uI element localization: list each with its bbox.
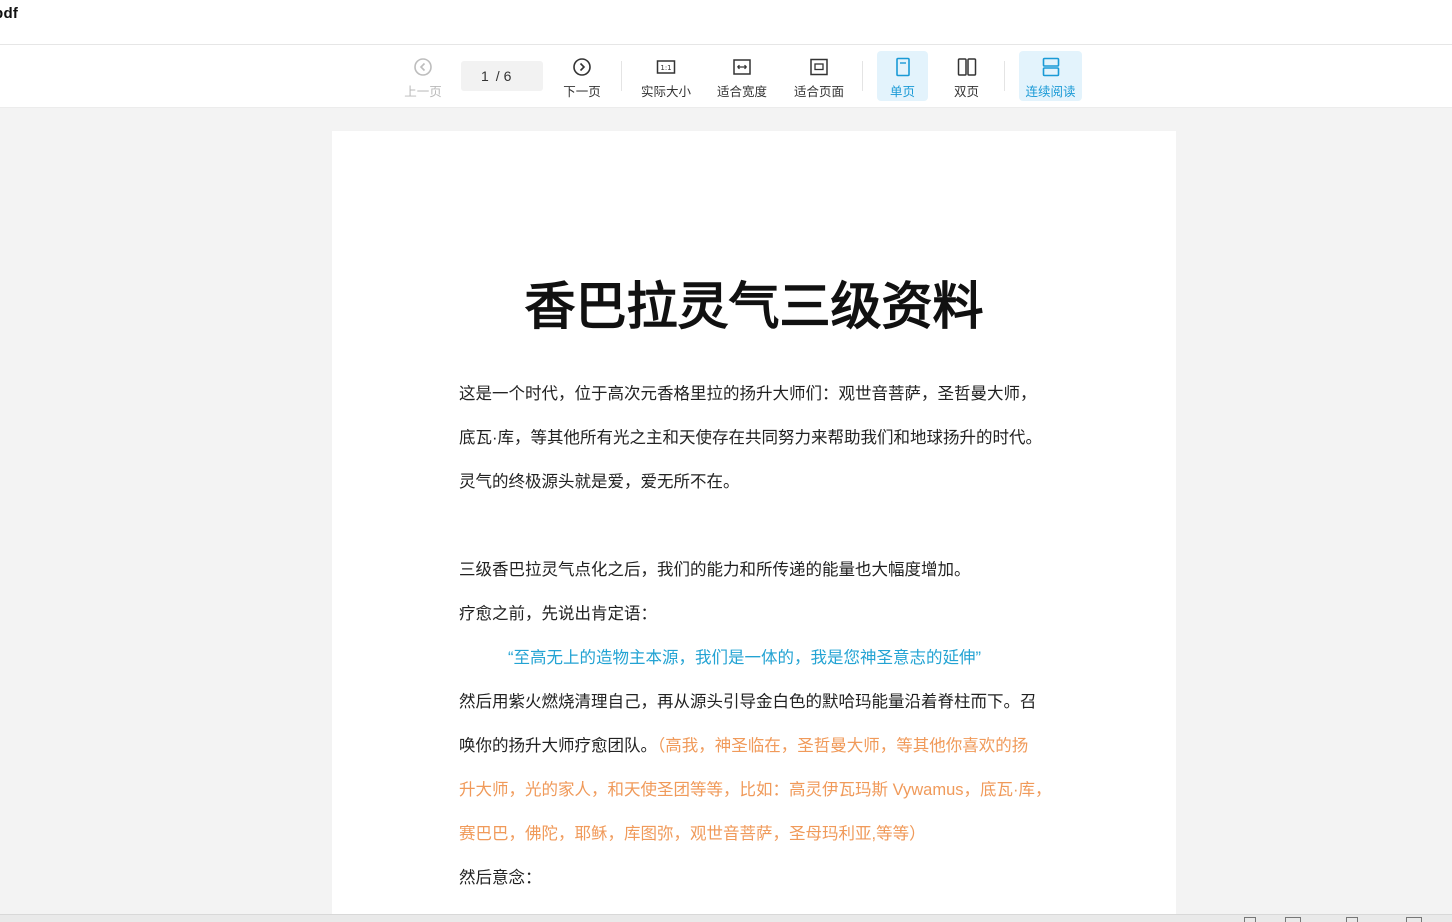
toolbar-divider xyxy=(862,61,863,91)
chevron-right-circle-icon xyxy=(573,58,591,76)
highlighted-text: （高我，神圣临在，圣哲曼大师，等其他你喜欢的扬 xyxy=(657,737,1029,755)
single-view-icon[interactable] xyxy=(1244,917,1256,922)
toolbar-divider xyxy=(621,61,622,91)
scroll-view-icon[interactable] xyxy=(1406,917,1422,922)
actual-size-label: 实际大小 xyxy=(640,85,691,99)
paragraph-line: 然后用紫火燃烧清理自己，再从源头引导金白色的默哈玛能量沿着脊柱而下。召 xyxy=(459,693,1037,711)
single-page-button[interactable]: 单页 xyxy=(877,51,928,101)
paragraph-line-mixed: 唤你的扬升大师疗愈团队。（高我，神圣临在，圣哲曼大师，等其他你喜欢的扬 xyxy=(459,735,1028,757)
actual-size-icon: 1:1 xyxy=(656,60,676,74)
next-page-button[interactable]: 下一页 xyxy=(557,51,607,101)
fit-page-button[interactable]: 适合页面 xyxy=(789,51,849,101)
page-view-icon[interactable] xyxy=(1346,917,1358,922)
file-name: pdf xyxy=(0,5,19,22)
paragraph-line: 疗愈之前，先说出肯定语： xyxy=(459,605,657,623)
fit-page-icon xyxy=(810,58,828,76)
highlighted-line: 赛巴巴，佛陀，耶稣，库图弥，观世音菩萨，圣母玛利亚,等等） xyxy=(459,825,926,843)
paragraph-line: 这是一个时代，位于高次元香格里拉的扬升大师们：观世音菩萨，圣哲曼大师， xyxy=(459,385,1037,403)
fit-width-icon xyxy=(733,59,751,75)
toolbar-divider xyxy=(1004,61,1005,91)
double-view-icon[interactable] xyxy=(1285,917,1301,922)
paragraph-line: 底瓦·库，等其他所有光之主和天使存在共同努力来帮助我们和地球扬升的时代。 xyxy=(459,429,1042,447)
double-page-label: 双页 xyxy=(953,85,979,99)
pdf-page: 香巴拉灵气三级资料 这是一个时代，位于高次元香格里拉的扬升大师们：观世音菩萨，圣… xyxy=(332,131,1176,914)
single-page-label: 单页 xyxy=(889,85,915,99)
paragraph-line: 然后意念： xyxy=(459,869,542,887)
prev-page-label: 上一页 xyxy=(404,85,442,99)
single-page-icon xyxy=(895,57,910,77)
fit-width-button[interactable]: 适合宽度 xyxy=(712,51,772,101)
fit-width-label: 适合宽度 xyxy=(716,85,767,99)
pdf-toolbar: 上一页 1 / 6 下一页 1:1 实际大小 适合宽度 适合页面 单页 双页 连… xyxy=(0,45,1452,108)
page-number-input[interactable]: 1 / 6 xyxy=(461,61,543,91)
prev-page-button[interactable]: 上一页 xyxy=(398,51,448,101)
document-viewport[interactable]: 香巴拉灵气三级资料 这是一个时代，位于高次元香格里拉的扬升大师们：观世音菩萨，圣… xyxy=(0,108,1452,914)
continuous-scroll-icon xyxy=(1042,57,1059,77)
fit-page-label: 适合页面 xyxy=(793,85,844,99)
paragraph-text: 唤你的扬升大师疗愈团队。 xyxy=(459,737,657,755)
continuous-reading-label: 连续阅读 xyxy=(1025,85,1076,99)
paragraph-line: 灵气的终极源头就是爱，爱无所不在。 xyxy=(459,473,740,491)
total-pages: / 6 xyxy=(495,68,512,84)
svg-text:1:1: 1:1 xyxy=(660,64,671,72)
double-page-icon xyxy=(957,58,976,76)
chevron-left-circle-icon xyxy=(414,58,432,76)
next-page-label: 下一页 xyxy=(563,85,601,99)
document-title: 香巴拉灵气三级资料 xyxy=(524,278,984,335)
double-page-button[interactable]: 双页 xyxy=(941,51,992,101)
highlighted-line: 升大师，光的家人，和天使圣团等等，比如：高灵伊瓦玛斯 Vywamus，底瓦·库， xyxy=(459,781,1052,799)
continuous-reading-button[interactable]: 连续阅读 xyxy=(1019,51,1082,101)
actual-size-button[interactable]: 1:1 实际大小 xyxy=(636,51,696,101)
title-bar: pdf xyxy=(0,0,1452,45)
current-page: 1 xyxy=(481,68,489,84)
paragraph-line: 三级香巴拉灵气点化之后，我们的能力和所传递的能量也大幅度增加。 xyxy=(459,561,971,579)
affirmation-line: “至高无上的造物主本源，我们是一体的，我是您神圣意志的延伸” xyxy=(508,649,981,667)
